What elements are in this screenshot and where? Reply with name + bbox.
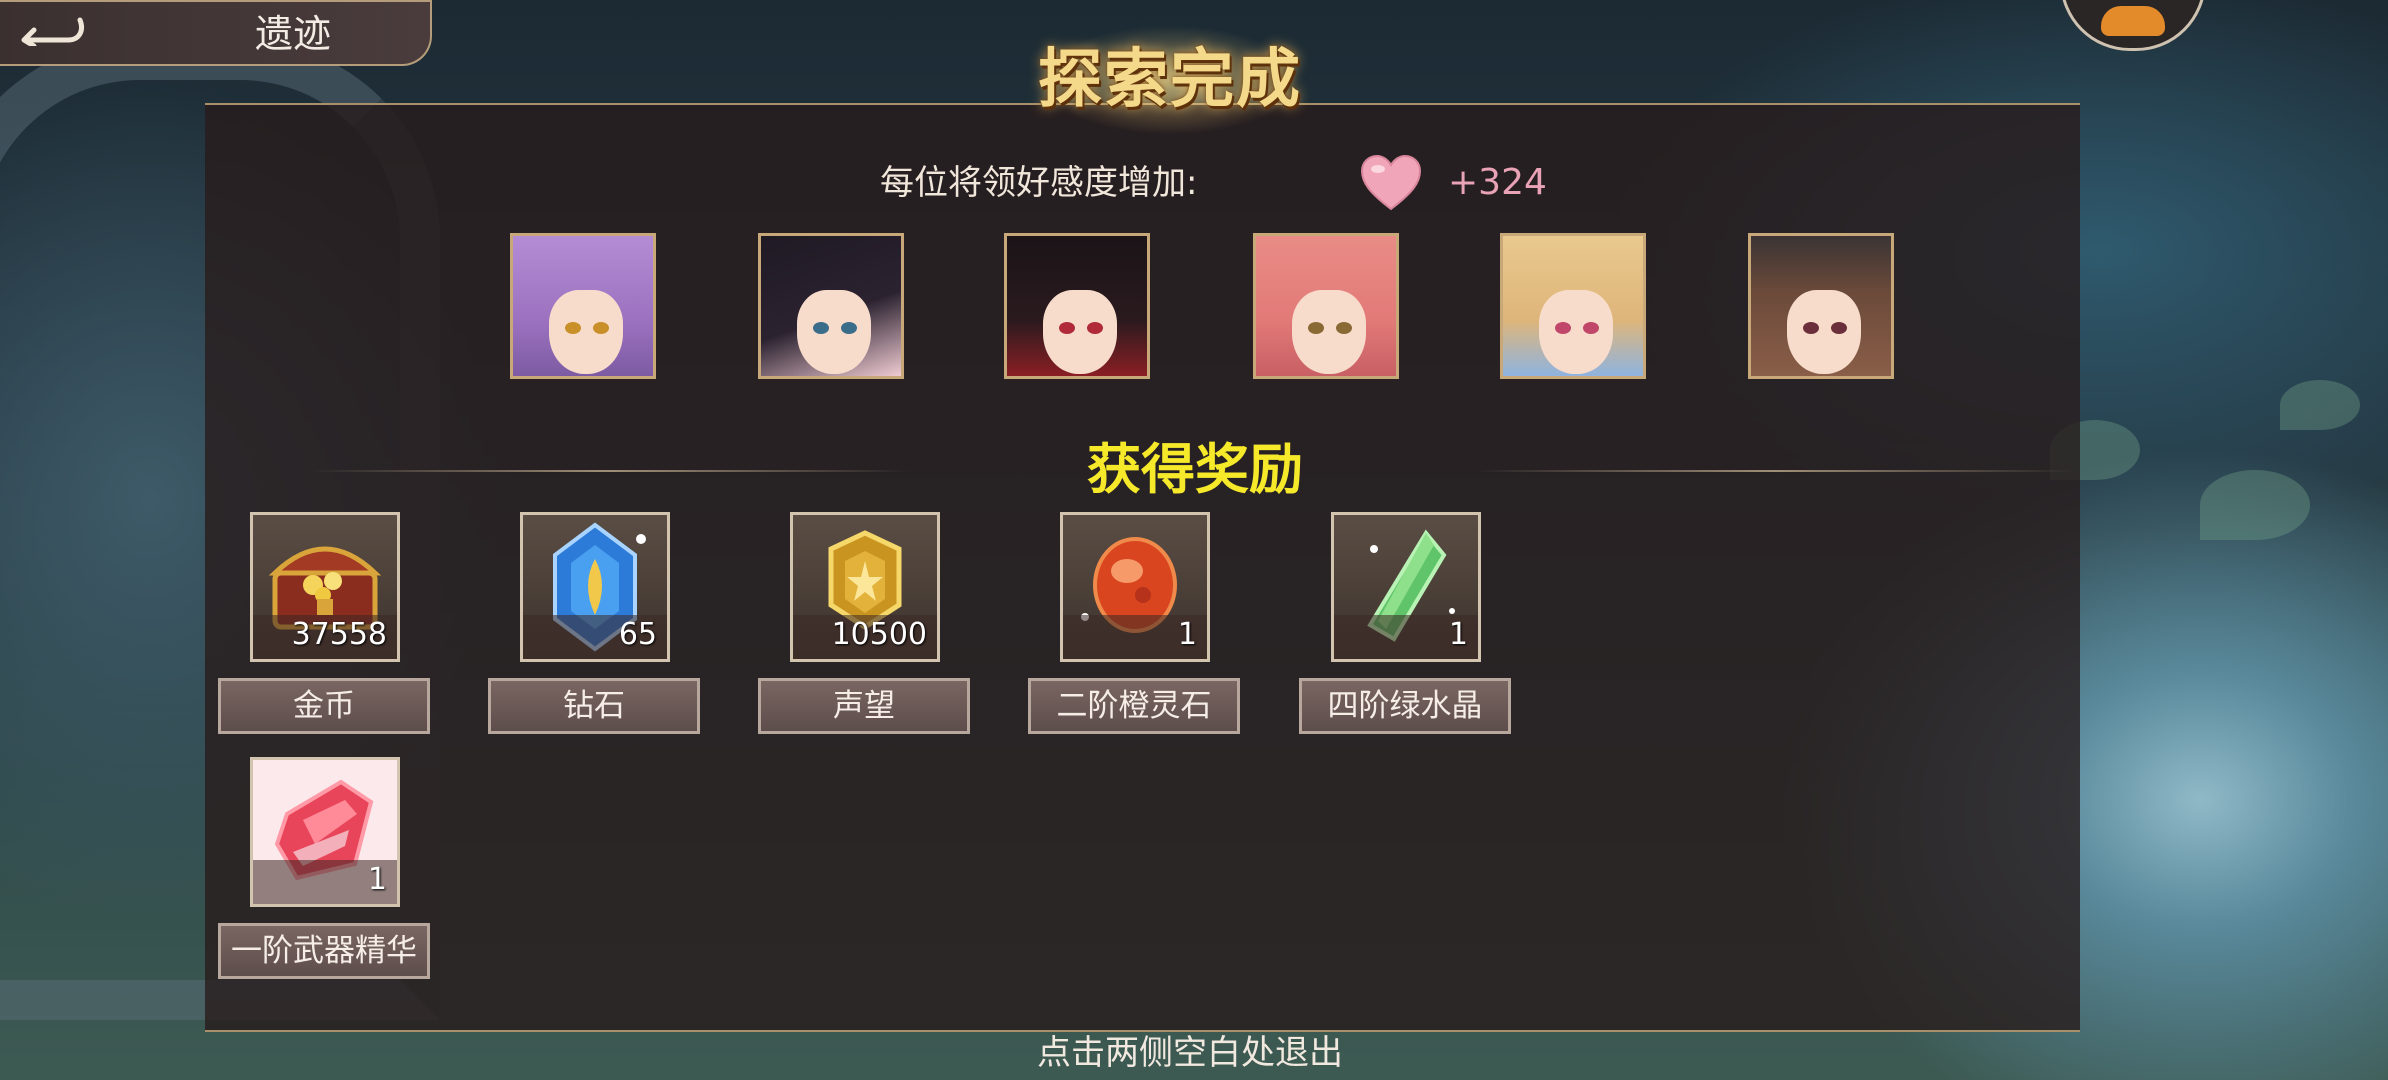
portrait-face <box>797 290 871 374</box>
portrait-eye <box>593 322 609 334</box>
affection-label: 每位将领好感度增加: <box>880 163 1198 203</box>
menu-icon <box>2101 6 2165 36</box>
reward-count: 10500 <box>831 617 927 652</box>
reward-icon-frame: 10500 <box>790 512 940 662</box>
portrait-face <box>1292 290 1366 374</box>
portrait-eye <box>1831 322 1847 334</box>
heart-icon <box>1360 155 1422 211</box>
panel-title: 探索完成 <box>1038 42 1302 117</box>
general-portrait[interactable] <box>758 233 904 379</box>
reward-icon-frame: 1 <box>250 757 400 907</box>
reward-name: 四阶绿水晶 <box>1299 678 1511 734</box>
reward-name: 二阶橙灵石 <box>1028 678 1240 734</box>
portrait-eye <box>1803 322 1819 334</box>
reward-count: 1 <box>1177 617 1197 652</box>
reward-count: 1 <box>1448 617 1468 652</box>
exit-hint: 点击两侧空白处退出 <box>1037 1033 1343 1073</box>
portrait-eye <box>1583 322 1599 334</box>
general-portrait[interactable] <box>510 233 656 379</box>
reward-count: 1 <box>367 862 387 897</box>
reward-item[interactable]: 1 二阶橙灵石 <box>1028 512 1240 734</box>
reward-name: 声望 <box>758 678 970 734</box>
reward-name: 钻石 <box>488 678 700 734</box>
reward-icon-frame: 1 <box>1331 512 1481 662</box>
portrait-eye <box>565 322 581 334</box>
general-portrait[interactable] <box>1500 233 1646 379</box>
portrait-eye <box>1087 322 1103 334</box>
back-navigation-bar[interactable]: 遗迹 <box>0 0 432 66</box>
portrait-eye <box>1336 322 1352 334</box>
reward-item[interactable]: 1 四阶绿水晶 <box>1299 512 1511 734</box>
portrait-face <box>1539 290 1613 374</box>
portrait-eye <box>813 322 829 334</box>
rewards-title: 获得奖励 <box>1087 438 1303 501</box>
section-divider <box>310 470 910 472</box>
reward-icon-frame: 37558 <box>250 512 400 662</box>
game-scene[interactable]: 遗迹 探索完成 每位将领好感度增加: +324 获得奖励 37558 金币 65… <box>0 0 2388 1080</box>
portrait-eye <box>1059 322 1075 334</box>
reward-name: 一阶武器精华 <box>218 923 430 979</box>
reward-count: 37558 <box>291 617 387 652</box>
general-portrait[interactable] <box>1253 233 1399 379</box>
portrait-face <box>1787 290 1861 374</box>
leaf-decoration <box>2200 470 2310 540</box>
portrait-eye <box>1555 322 1571 334</box>
portrait-face <box>549 290 623 374</box>
portrait-eye <box>1308 322 1324 334</box>
general-portrait[interactable] <box>1004 233 1150 379</box>
general-portrait[interactable] <box>1748 233 1894 379</box>
portrait-eye <box>841 322 857 334</box>
reward-icon-frame: 65 <box>520 512 670 662</box>
reward-count: 65 <box>618 617 657 652</box>
affection-value: +324 <box>1448 162 1547 203</box>
reward-item[interactable]: 65 钻石 <box>488 512 700 734</box>
reward-icon-frame: 1 <box>1060 512 1210 662</box>
menu-button[interactable] <box>2060 0 2206 51</box>
reward-item[interactable]: 1 一阶武器精华 <box>218 757 430 979</box>
portrait-face <box>1043 290 1117 374</box>
reward-item[interactable]: 37558 金币 <box>218 512 430 734</box>
panel-title-banner: 探索完成 <box>1000 25 1340 135</box>
scene-title: 遗迹 <box>255 12 332 56</box>
reward-item[interactable]: 10500 声望 <box>758 512 970 734</box>
back-arrow-icon[interactable] <box>10 16 90 46</box>
reward-name: 金币 <box>218 678 430 734</box>
section-divider <box>1475 470 2075 472</box>
leaf-decoration <box>2280 380 2360 430</box>
